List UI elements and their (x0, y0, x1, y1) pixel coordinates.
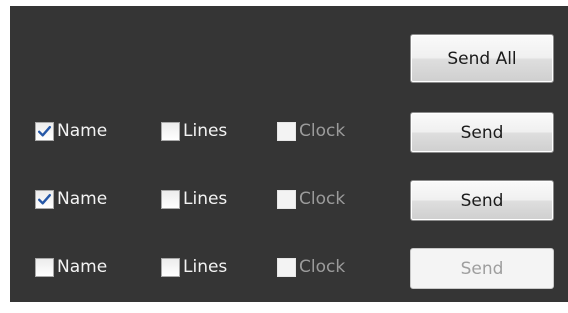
checkbox-box[interactable] (35, 189, 54, 209)
clock-checkbox-row-1: Clock (277, 118, 345, 144)
checkbox-label: Clock (299, 257, 346, 277)
send-button-row-1[interactable]: Send (410, 112, 554, 153)
checkbox-label: Lines (183, 121, 228, 141)
checkmark-icon (38, 193, 51, 204)
send-control-panel: Send All Name Lines Clock Send Name Line… (10, 6, 568, 302)
checkbox-box (277, 257, 296, 277)
checkbox-label: Lines (183, 189, 228, 209)
checkbox-box[interactable] (35, 257, 54, 277)
checkbox-box[interactable] (35, 121, 54, 141)
checkbox-box (277, 121, 296, 141)
checkbox-label: Lines (183, 257, 228, 277)
send-button-row-3: Send (410, 248, 554, 289)
name-checkbox-row-2[interactable]: Name (35, 186, 107, 212)
checkbox-label: Clock (299, 121, 346, 141)
checkbox-box[interactable] (161, 189, 180, 209)
checkbox-box[interactable] (161, 257, 180, 277)
send-button-row-2[interactable]: Send (410, 180, 554, 221)
checkmark-icon (38, 125, 51, 136)
lines-checkbox-row-2[interactable]: Lines (161, 186, 227, 212)
name-checkbox-row-3[interactable]: Name (35, 254, 107, 280)
lines-checkbox-row-1[interactable]: Lines (161, 118, 227, 144)
checkbox-label: Clock (299, 189, 346, 209)
lines-checkbox-row-3[interactable]: Lines (161, 254, 227, 280)
clock-checkbox-row-3: Clock (277, 254, 345, 280)
name-checkbox-row-1[interactable]: Name (35, 118, 107, 144)
checkbox-label: Name (57, 257, 108, 277)
checkbox-box (277, 189, 296, 209)
clock-checkbox-row-2: Clock (277, 186, 345, 212)
send-all-button[interactable]: Send All (410, 34, 554, 83)
checkbox-label: Name (57, 121, 108, 141)
checkbox-label: Name (57, 189, 108, 209)
checkbox-box[interactable] (161, 121, 180, 141)
